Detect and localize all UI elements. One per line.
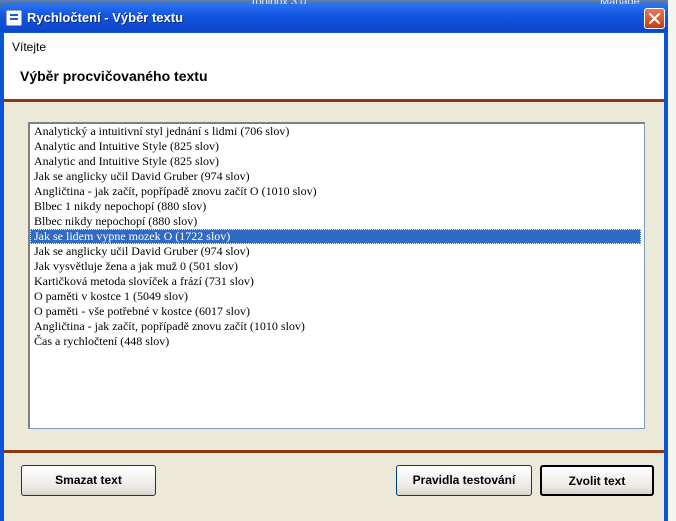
background-window-edge (668, 0, 676, 521)
title-bar[interactable]: Rychločtení - Výběr textu (0, 4, 668, 32)
clear-text-button[interactable]: Smazat text (21, 465, 156, 496)
footer-divider (4, 450, 664, 453)
window-title: Rychločtení - Výběr textu (27, 10, 184, 25)
list-item[interactable]: Blbec nikdy nepochopí (880 slov) (30, 214, 641, 229)
list-item[interactable]: Kartičková metoda slovíček a frází (731 … (30, 274, 641, 289)
list-item[interactable]: Analytic and Intuitive Style (825 slov) (30, 139, 641, 154)
testing-rules-button[interactable]: Pravidla testování (396, 465, 532, 496)
text-listbox[interactable]: Analytický a intuitivní styl jednání s l… (28, 122, 645, 429)
wizard-header: Vítejte Výběr procvičovaného textu (4, 33, 664, 99)
app-icon (6, 10, 22, 26)
close-button[interactable] (644, 8, 665, 29)
list-item[interactable]: Angličtina - jak začít, popřípadě znovu … (30, 184, 641, 199)
list-item[interactable]: Jak se lidem vypne mozek O (1722 slov) (30, 229, 641, 244)
close-icon (648, 12, 661, 25)
list-item[interactable]: O paměti - vše potřebné v kostce (6017 s… (30, 304, 641, 319)
list-item[interactable]: Jak vysvětluje žena a jak muž 0 (501 slo… (30, 259, 641, 274)
header-divider (4, 99, 664, 102)
list-item[interactable]: Jak se anglicky učil David Gruber (974 s… (30, 244, 641, 259)
list-item[interactable]: Blbec 1 nikdy nepochopí (880 slov) (30, 199, 641, 214)
page-title: Výběr procvičovaného textu (20, 68, 208, 84)
list-item[interactable]: O paměti v kostce 1 (5049 slov) (30, 289, 641, 304)
list-item[interactable]: Čas a rychločtení (448 slov) (30, 334, 641, 349)
list-item[interactable]: Angličtina - jak začít, popřípadě znovu … (30, 319, 641, 334)
welcome-label: Vítejte (12, 40, 47, 54)
list-item[interactable]: Jak se anglicky učil David Gruber (974 s… (30, 169, 641, 184)
list-item[interactable]: Analytický a intuitivní styl jednání s l… (30, 124, 641, 139)
list-item[interactable]: Analytic and Intuitive Style (825 slov) (30, 154, 641, 169)
dialog-client-area: Vítejte Výběr procvičovaného textu Analy… (4, 33, 664, 521)
dialog-window: Rychločtení - Výběr textu Vítejte Výběr … (0, 4, 668, 521)
choose-text-button[interactable]: Zvolit text (540, 465, 654, 496)
